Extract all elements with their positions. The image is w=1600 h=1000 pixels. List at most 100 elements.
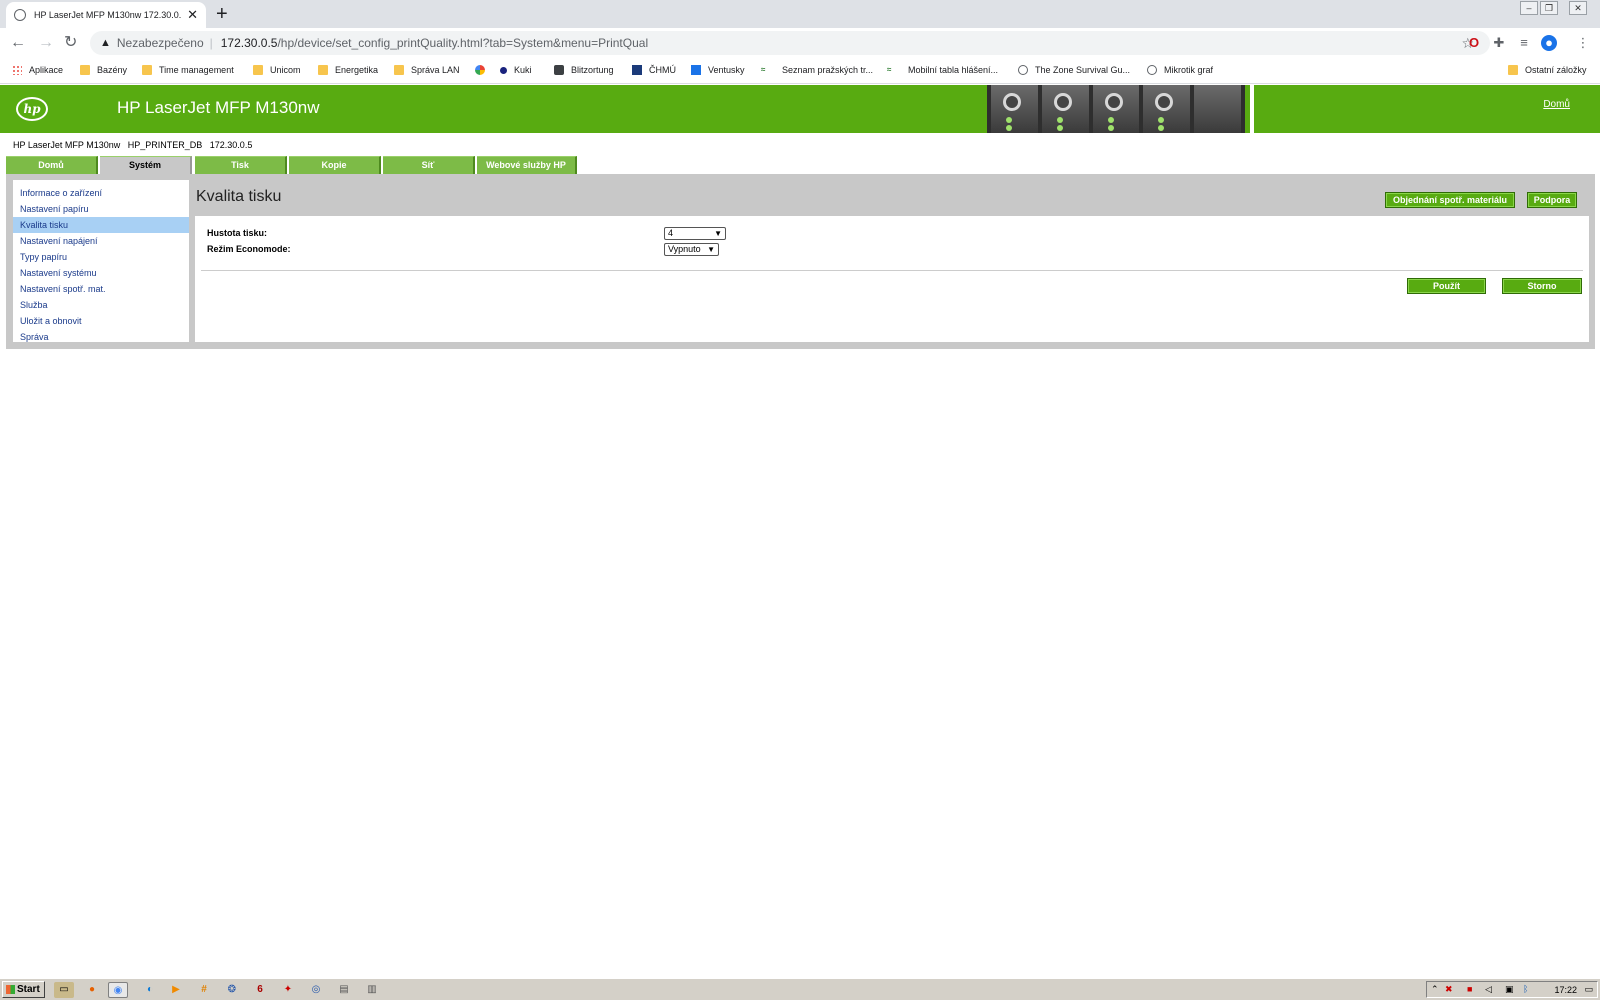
bookmark-item[interactable]: ≈ Mobilní tabla hlášení... [887, 65, 998, 75]
notepad-icon[interactable]: ▥ [362, 982, 382, 998]
volume-icon[interactable]: ◁ [1485, 984, 1492, 995]
address-separator: | [209, 36, 213, 50]
bookmark-item[interactable]: Kuki [500, 65, 532, 75]
device-ip: 172.30.0.5 [209, 140, 253, 150]
side-menu-power-settings[interactable]: Nastavení napájení [13, 233, 189, 249]
menu-kebab-icon[interactable]: ⋮ [1575, 35, 1591, 51]
support-button[interactable]: Podpora [1527, 192, 1577, 208]
edge-icon[interactable]: ◐ [140, 982, 160, 998]
bookmark-item[interactable]: ČHMÚ [632, 65, 676, 75]
bookmark-label: Ostatní záložky [1525, 65, 1587, 75]
profile-avatar-icon[interactable]: ● [1541, 35, 1557, 51]
show-desktop-icon[interactable]: ▭ [1584, 984, 1593, 995]
bookmark-label: Time management [159, 65, 234, 75]
chrome-icon[interactable]: ◉ [108, 982, 128, 998]
bookmark-label: ČHMÚ [649, 65, 676, 75]
bookmark-item[interactable]: Time management [142, 65, 234, 75]
extensions-puzzle-icon[interactable]: ✚ [1491, 35, 1507, 51]
firefox-icon[interactable]: ● [82, 982, 102, 998]
tab-network[interactable]: Síť [383, 156, 475, 174]
bookmark-item[interactable]: ≈ Seznam pražských tr... [761, 65, 873, 75]
close-window-icon[interactable]: ✕ [1569, 1, 1587, 15]
bookmark-label: Energetika [335, 65, 379, 75]
browser-toolbar: ← → ↻ ▲ Nezabezpečeno | 172.30.0.5 /hp/d… [0, 28, 1600, 58]
density-select[interactable]: 4 ▼ [664, 227, 726, 240]
media-player-icon[interactable]: ▶ [166, 982, 186, 998]
bookmark-label: Mikrotik graf [1164, 65, 1214, 75]
other-bookmarks[interactable]: Ostatní záložky [1508, 65, 1587, 75]
acrobat-icon[interactable]: ✦ [278, 982, 298, 998]
security-label: Nezabezpečeno [116, 36, 204, 50]
cancel-button[interactable]: Storno [1502, 278, 1582, 294]
economode-select[interactable]: Vypnuto ▼ [664, 243, 719, 256]
browser-tab[interactable]: HP LaserJet MFP M130nw 172.30.0.5 ✕ [6, 2, 206, 28]
tray-sb-icon[interactable]: ■ [1467, 984, 1472, 994]
density-label: Hustota tisku: [207, 228, 268, 238]
side-menu-paper-setup[interactable]: Nastavení papíru [13, 201, 189, 217]
tab-print[interactable]: Tisk [195, 156, 287, 174]
home-link[interactable]: Domů [1543, 99, 1570, 110]
restore-window-icon[interactable]: ❐ [1540, 1, 1558, 15]
network-app-icon[interactable]: ◎ [306, 982, 326, 998]
document-icon[interactable]: ▤ [334, 982, 354, 998]
tab-home[interactable]: Domů [6, 156, 98, 174]
opera-icon[interactable]: O [1466, 35, 1482, 51]
64-app-icon[interactable]: 6 [250, 982, 270, 998]
side-menu-device-info[interactable]: Informace o zařízení [13, 185, 189, 201]
bookmark-apps[interactable]: Aplikace [12, 65, 63, 75]
side-menu-administration[interactable]: Správa [13, 329, 189, 345]
address-bar[interactable]: ▲ Nezabezpečeno | 172.30.0.5 /hp/device/… [90, 31, 1490, 55]
folder-icon [394, 65, 404, 75]
close-tab-icon[interactable]: ✕ [187, 7, 198, 23]
folder-icon [142, 65, 152, 75]
new-tab-button[interactable]: + [216, 3, 228, 25]
url-path: /hp/device/set_config_printQuality.html?… [277, 36, 649, 50]
folder-icon [80, 65, 90, 75]
media-queue-icon[interactable]: ≡ [1516, 35, 1532, 51]
order-supplies-button[interactable]: Objednání spotř. materiálu [1385, 192, 1515, 208]
pinwheel-icon [475, 65, 485, 75]
back-icon[interactable]: ← [10, 33, 26, 53]
tray-expand-icon[interactable]: ⌃ [1431, 984, 1439, 995]
side-menu-supplies-settings[interactable]: Nastavení spotř. mat. [13, 281, 189, 297]
blitzortung-icon [554, 65, 564, 75]
tab-copy[interactable]: Kopie [289, 156, 381, 174]
bookmark-item[interactable]: Blitzortung [554, 65, 614, 75]
reload-icon[interactable]: ↻ [64, 33, 77, 53]
bookmark-item[interactable]: Energetika [318, 65, 378, 75]
remote-desktop-icon[interactable]: ❂ [222, 982, 242, 998]
bluetooth-icon[interactable]: ᛒ [1523, 984, 1528, 994]
side-menu-save-restore[interactable]: Uložit a obnovit [13, 313, 189, 329]
tray-app-icon[interactable]: ✖ [1445, 984, 1453, 995]
file-explorer-icon[interactable]: ▭ [54, 982, 74, 998]
bookmark-item[interactable]: Bazény [80, 65, 127, 75]
bookmark-item[interactable]: Správa LAN [394, 65, 460, 75]
minimize-window-icon[interactable]: – [1520, 1, 1538, 15]
mhd-icon: ≈ [761, 65, 766, 74]
apps-grid-icon [12, 65, 22, 75]
start-button[interactable]: Start [2, 981, 45, 998]
tab-system[interactable]: Systém [100, 156, 192, 175]
side-menu-system-setup[interactable]: Nastavení systému [13, 265, 189, 281]
side-menu-service[interactable]: Služba [13, 297, 189, 313]
chevron-down-icon: ▼ [714, 229, 722, 238]
bookmark-item[interactable] [475, 65, 492, 75]
tab-hp-web-services[interactable]: Webové služby HP [477, 156, 577, 174]
side-menu-paper-types[interactable]: Typy papíru [13, 249, 189, 265]
device-info-line: HP LaserJet MFP M130nw HP_PRINTER_DB 172… [13, 140, 252, 150]
print-quality-form: Hustota tisku: 4 ▼ Režim Economode: Vypn… [195, 216, 1589, 342]
folder-icon [1508, 65, 1518, 75]
economode-value: Vypnuto [668, 244, 701, 254]
page-title: Kvalita tisku [196, 188, 282, 205]
bookmark-label: Mobilní tabla hlášení... [908, 65, 999, 75]
apply-button[interactable]: Použít [1407, 278, 1486, 294]
bookmark-item[interactable]: Mikrotik graf [1147, 65, 1213, 75]
bookmark-item[interactable]: The Zone Survival Gu... [1018, 65, 1130, 75]
hashtag-app-icon[interactable]: # [194, 982, 214, 998]
network-icon[interactable]: ▣ [1505, 984, 1514, 995]
bookmark-item[interactable]: Ventusky [691, 65, 745, 75]
side-menu-print-quality[interactable]: Kvalita tisku [13, 217, 189, 233]
forward-icon[interactable]: → [38, 33, 54, 53]
economode-label: Režim Economode: [207, 244, 291, 254]
bookmark-item[interactable]: Unicom [253, 65, 301, 75]
